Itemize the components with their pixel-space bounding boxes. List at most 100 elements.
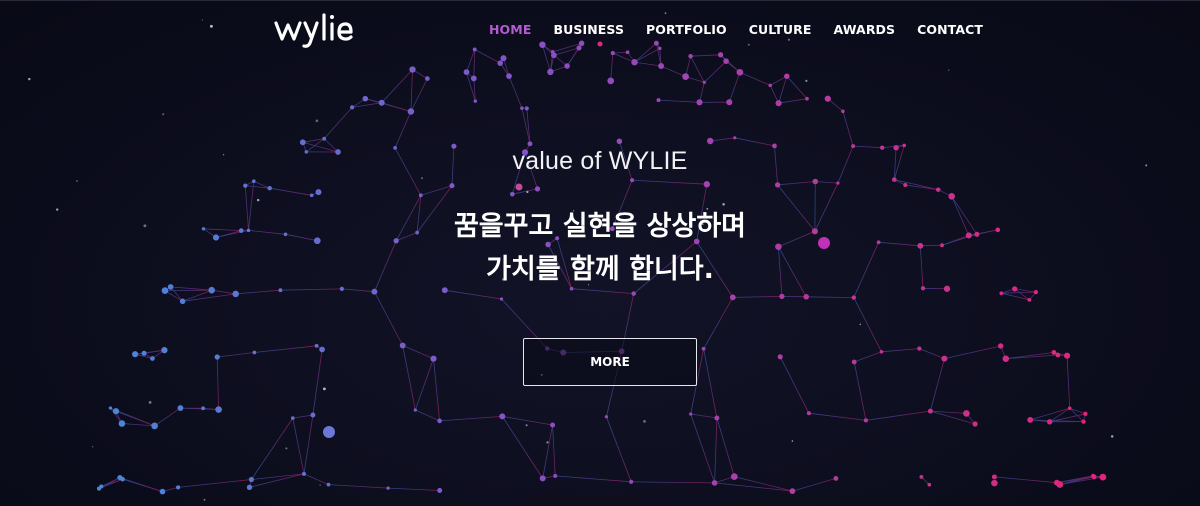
star-dot <box>91 446 94 448</box>
network-edge <box>716 417 735 477</box>
network-node <box>604 415 609 419</box>
network-node <box>322 136 327 141</box>
network-node <box>616 138 623 145</box>
network-node <box>179 298 186 305</box>
network-node <box>1081 419 1086 424</box>
network-node <box>150 356 155 361</box>
network-node <box>252 350 257 355</box>
star-dot <box>285 447 288 450</box>
network-node <box>972 421 978 427</box>
network-edge <box>690 413 717 419</box>
network-edge <box>732 296 782 298</box>
network-edge <box>660 65 686 77</box>
network-edge <box>1001 291 1036 294</box>
star-dot <box>546 441 549 444</box>
network-node <box>729 294 736 301</box>
network-node <box>1055 352 1061 358</box>
nav-item-business[interactable]: BUSINESS <box>542 20 635 40</box>
network-node <box>141 350 147 356</box>
network-edge <box>388 487 440 491</box>
network-node <box>736 68 744 76</box>
network-node <box>723 58 729 64</box>
network-edge <box>1066 355 1071 409</box>
nav-item-awards[interactable]: AWARDS <box>823 20 907 40</box>
network-edge <box>634 61 662 67</box>
network-node <box>1002 355 1010 362</box>
network-node <box>703 181 710 188</box>
network-edge <box>303 414 314 474</box>
network-edge <box>703 297 734 349</box>
network-node <box>1067 406 1072 410</box>
network-node <box>326 482 331 487</box>
nav-item-culture[interactable]: CULTURE <box>738 20 823 40</box>
network-edge <box>119 477 163 492</box>
network-node <box>120 476 125 482</box>
nav-item-home[interactable]: HOME <box>478 20 542 40</box>
network-node <box>437 418 442 424</box>
network-edge <box>542 424 553 479</box>
network-hub-node <box>515 183 523 191</box>
network-edge <box>352 102 382 108</box>
network-node <box>96 486 102 491</box>
network-edge <box>154 407 181 427</box>
wylie-logo[interactable] <box>272 9 354 49</box>
network-node <box>399 342 406 349</box>
star-dot <box>162 113 165 116</box>
network-node <box>775 100 782 107</box>
network-node <box>812 178 819 185</box>
network-node <box>310 412 316 418</box>
star-dot <box>28 77 31 81</box>
network-node <box>1046 419 1053 425</box>
network-node <box>733 136 737 140</box>
network-edge <box>854 351 882 363</box>
network-edge <box>699 82 705 103</box>
network-node <box>1056 481 1064 488</box>
network-edge <box>269 187 312 196</box>
network-edge <box>502 416 553 426</box>
network-node <box>631 291 636 296</box>
network-node <box>132 351 139 358</box>
network-node <box>833 476 839 481</box>
star-dot <box>643 420 646 423</box>
network-node <box>425 76 430 81</box>
network-node <box>919 474 924 479</box>
network-node <box>841 109 845 114</box>
network-node <box>215 406 222 413</box>
network-node <box>267 185 272 191</box>
nav-item-portfolio[interactable]: PORTFOLIO <box>635 20 738 40</box>
network-node <box>997 343 1004 349</box>
network-node <box>524 106 529 111</box>
network-edge <box>853 297 882 352</box>
nav-item-contact[interactable]: CONTACT <box>906 20 994 40</box>
network-node <box>851 295 857 300</box>
network-node <box>553 473 558 478</box>
network-edge <box>312 349 323 416</box>
more-button[interactable]: MORE <box>523 338 697 386</box>
network-node <box>159 488 166 495</box>
network-node <box>701 346 706 351</box>
network-node <box>449 183 455 189</box>
network-edge <box>178 479 252 488</box>
top-navigation-bar: HOME BUSINESS PORTFOLIO CULTURE AWARDS C… <box>0 1 1200 59</box>
network-node <box>527 141 533 147</box>
network-edge <box>249 473 305 488</box>
network-edge <box>512 188 538 195</box>
network-edge <box>806 296 854 298</box>
network-node <box>309 193 314 198</box>
network-node <box>948 193 955 200</box>
network-edge <box>944 345 1001 359</box>
network-node <box>726 99 733 106</box>
network-node <box>935 187 941 192</box>
main-nav: HOME BUSINESS PORTFOLIO CULTURE AWARDS C… <box>478 20 994 40</box>
network-node <box>879 350 884 354</box>
network-edge <box>414 358 434 411</box>
network-edge <box>930 358 945 412</box>
network-node <box>607 77 615 85</box>
star-dot <box>256 198 260 202</box>
network-edge <box>714 417 718 483</box>
hero-subtitle: value of WYLIE <box>512 147 688 175</box>
network-node <box>112 408 120 415</box>
network-node <box>319 346 325 353</box>
network-node <box>362 95 369 102</box>
network-node <box>547 68 554 76</box>
